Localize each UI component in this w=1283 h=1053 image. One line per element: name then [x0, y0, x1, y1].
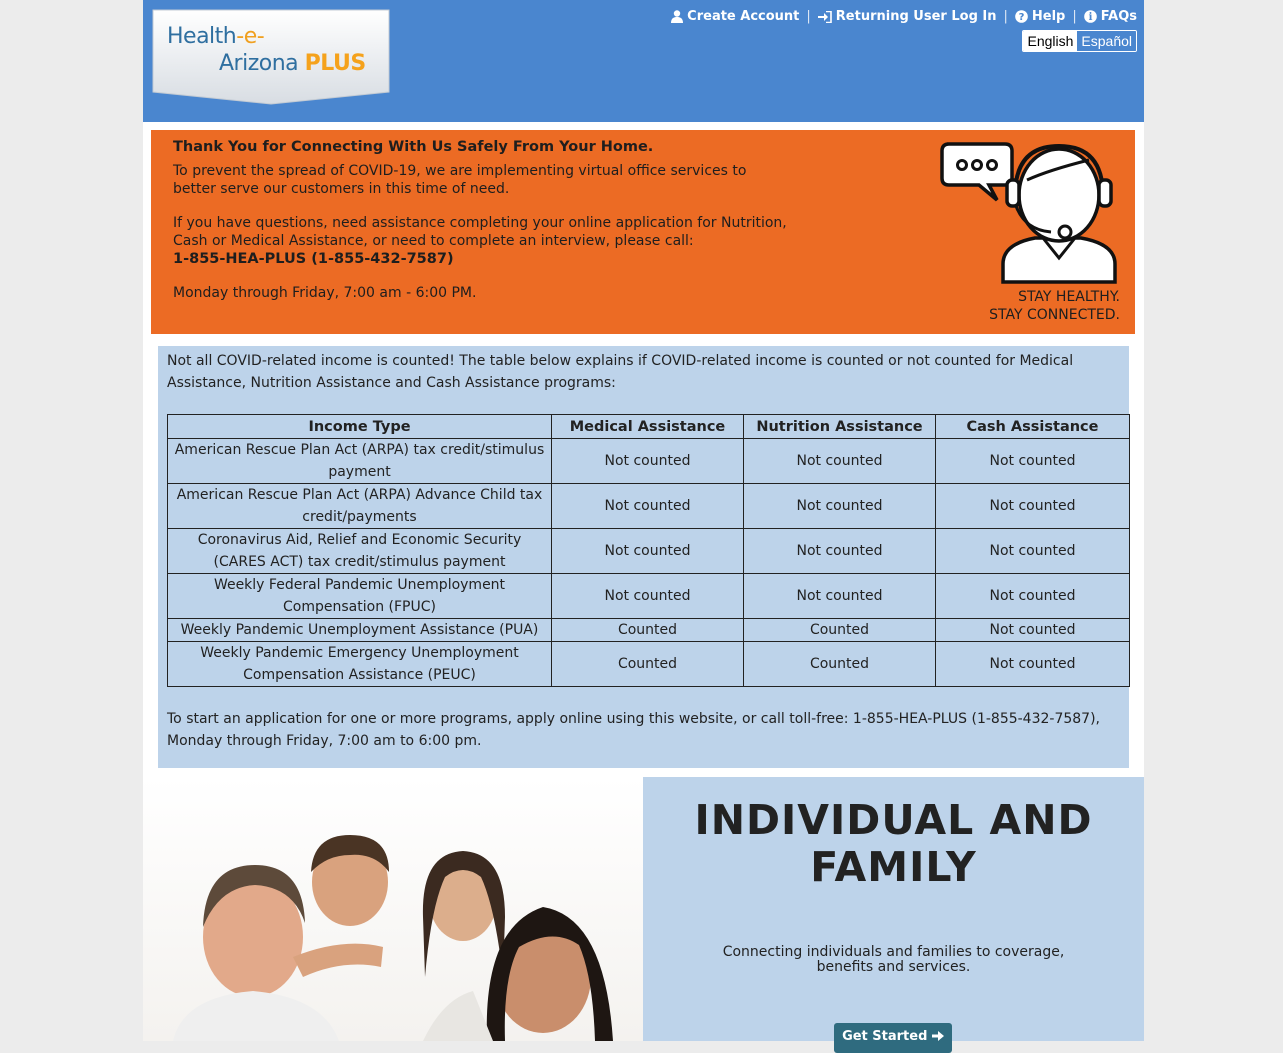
nutrition-cell: Not counted	[743, 573, 936, 619]
cash-cell: Not counted	[935, 438, 1130, 484]
medical-cell: Not counted	[551, 483, 744, 529]
svg-text:i: i	[1088, 12, 1092, 23]
medical-cell: Not counted	[551, 573, 744, 619]
get-started-label: Get Started	[842, 1029, 928, 1044]
covid-income-section: Not all COVID-related income is counted!…	[158, 346, 1130, 768]
income-type-cell: Weekly Federal Pandemic Unemployment Com…	[167, 573, 552, 619]
cash-cell: Not counted	[935, 618, 1130, 642]
customer-service-agent-icon	[940, 142, 1117, 284]
site-header: Health-e- Arizona PLUS Create Account |	[143, 0, 1144, 122]
arrow-right-icon	[931, 1031, 944, 1041]
column-header: Income Type	[167, 414, 552, 439]
faqs-link[interactable]: i FAQs	[1083, 9, 1137, 24]
table-row: Weekly Federal Pandemic Unemployment Com…	[167, 573, 1130, 619]
hero-title-line-2: FAMILY	[810, 843, 977, 891]
nutrition-cell: Not counted	[743, 483, 936, 529]
nutrition-cell: Counted	[743, 618, 936, 642]
banner-title: Thank You for Connecting With Us Safely …	[173, 139, 654, 155]
medical-cell: Counted	[551, 641, 744, 687]
income-type-cell: Weekly Pandemic Emergency Unemployment C…	[167, 641, 552, 687]
stay-connected-line: STAY CONNECTED.	[989, 307, 1120, 323]
table-row: American Rescue Plan Act (ARPA) Advance …	[167, 483, 1130, 529]
stay-healthy-text: STAY HEALTHY. STAY CONNECTED.	[989, 288, 1120, 324]
income-type-cell: American Rescue Plan Act (ARPA) Advance …	[167, 483, 552, 529]
covid-income-table: Income Type Medical Assistance Nutrition…	[167, 414, 1130, 687]
medical-cell: Counted	[551, 618, 744, 642]
create-account-label: Create Account	[687, 9, 800, 24]
logo-text-health: Health-e-	[167, 24, 265, 49]
family-photo	[143, 777, 643, 1041]
hero-panel: INDIVIDUAL AND FAMILY Connecting individ…	[643, 777, 1144, 1053]
income-footer-text: To start an application for one or more …	[167, 711, 1100, 749]
question-circle-icon: ?	[1015, 10, 1028, 23]
top-navigation: Create Account | Returning User Log In |…	[671, 9, 1137, 24]
individual-family-hero: INDIVIDUAL AND FAMILY Connecting individ…	[143, 777, 1144, 1053]
login-label: Returning User Log In	[835, 9, 997, 24]
language-spanish-button[interactable]: Español	[1077, 31, 1136, 51]
cash-cell: Not counted	[935, 573, 1130, 619]
covid-banner: Thank You for Connecting With Us Safely …	[151, 130, 1135, 334]
cash-cell: Not counted	[935, 528, 1130, 574]
medical-cell: Not counted	[551, 438, 744, 484]
column-header: Medical Assistance	[551, 414, 744, 439]
nutrition-cell: Counted	[743, 641, 936, 687]
logo-text-arizona: Arizona PLUS	[219, 51, 366, 76]
banner-paragraph-2: If you have questions, need assistance c…	[173, 215, 787, 249]
medical-cell: Not counted	[551, 528, 744, 574]
health-e-arizona-plus-logo[interactable]: Health-e- Arizona PLUS	[151, 8, 391, 112]
nav-separator: |	[1072, 9, 1077, 24]
table-row: American Rescue Plan Act (ARPA) tax cred…	[167, 438, 1130, 484]
banner-paragraph-1: To prevent the spread of COVID-19, we ar…	[173, 163, 747, 197]
create-account-link[interactable]: Create Account	[671, 9, 799, 24]
sign-in-icon	[817, 10, 832, 23]
svg-text:?: ?	[1018, 12, 1024, 23]
income-type-cell: American Rescue Plan Act (ARPA) tax cred…	[167, 438, 552, 484]
get-started-button[interactable]: Get Started	[834, 1023, 952, 1053]
nutrition-cell: Not counted	[743, 528, 936, 574]
banner-phone: 1-855-HEA-PLUS (1-855-432-7587)	[173, 251, 454, 267]
family-photo-illustration	[173, 835, 613, 1041]
banner-text: Thank You for Connecting With Us Safely …	[173, 138, 793, 302]
income-type-cell: Coronavirus Aid, Relief and Economic Sec…	[167, 528, 552, 574]
hero-title: INDIVIDUAL AND FAMILY	[643, 797, 1144, 891]
table-row: Weekly Pandemic Unemployment Assistance …	[167, 618, 1130, 642]
banner-hours: Monday through Friday, 7:00 am - 6:00 PM…	[173, 285, 477, 301]
help-label: Help	[1031, 9, 1066, 24]
returning-user-login-link[interactable]: Returning User Log In	[817, 9, 997, 24]
hero-title-line-1: INDIVIDUAL AND	[694, 796, 1093, 844]
language-switcher: English Español	[1022, 30, 1137, 52]
info-circle-icon: i	[1083, 10, 1097, 23]
user-icon	[671, 10, 684, 23]
faqs-label: FAQs	[1100, 9, 1137, 24]
hero-subtitle: Connecting individuals and families to c…	[722, 944, 1065, 975]
cash-cell: Not counted	[935, 641, 1130, 687]
table-row: Weekly Pandemic Emergency Unemployment C…	[167, 641, 1130, 687]
page: Health-e- Arizona PLUS Create Account |	[143, 0, 1144, 1053]
income-type-cell: Weekly Pandemic Unemployment Assistance …	[167, 618, 552, 642]
column-header: Cash Assistance	[935, 414, 1130, 439]
language-english-button[interactable]: English	[1023, 31, 1078, 51]
cash-cell: Not counted	[935, 483, 1130, 529]
nav-separator: |	[1003, 9, 1008, 24]
stay-healthy-line: STAY HEALTHY.	[1018, 289, 1120, 305]
column-header: Nutrition Assistance	[743, 414, 936, 439]
table-header-row: Income Type Medical Assistance Nutrition…	[167, 414, 1130, 439]
nav-separator: |	[806, 9, 811, 24]
help-link[interactable]: ? Help	[1015, 9, 1065, 24]
nutrition-cell: Not counted	[743, 438, 936, 484]
income-intro-text: Not all COVID-related income is counted!…	[167, 353, 1074, 391]
table-row: Coronavirus Aid, Relief and Economic Sec…	[167, 528, 1130, 574]
